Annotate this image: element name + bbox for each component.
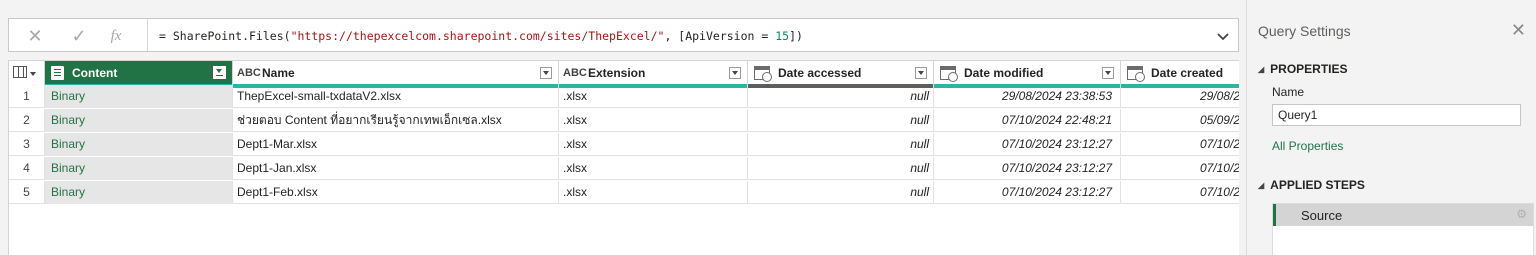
collapse-triangle-icon: ◢ bbox=[1258, 181, 1265, 190]
close-icon[interactable]: ✕ bbox=[1511, 20, 1526, 41]
cell-name[interactable]: Dept1-Feb.xlsx bbox=[233, 181, 559, 204]
cell-name[interactable]: ThepExcel-small-txdataV2.xlsx bbox=[233, 85, 559, 108]
column-label: Date created bbox=[1151, 66, 1224, 80]
cancel-icon[interactable]: ✕ bbox=[24, 25, 46, 47]
datetime-type-icon[interactable] bbox=[754, 66, 772, 82]
all-properties-link[interactable]: All Properties bbox=[1272, 139, 1343, 153]
applied-steps-section-header[interactable]: ◢ APPLIED STEPS bbox=[1258, 178, 1365, 192]
cell-date-accessed[interactable]: null bbox=[748, 133, 934, 156]
main-area: ✕ ✓ fx = SharePoint.Files("https://thepe… bbox=[0, 0, 1246, 255]
filter-dropdown-icon[interactable] bbox=[915, 67, 927, 79]
column-header-date-modified[interactable]: Date modified bbox=[934, 61, 1121, 88]
formula-version: 15 bbox=[775, 29, 790, 43]
column-header-date-accessed[interactable]: Date accessed bbox=[748, 61, 934, 88]
cell-date-created[interactable]: 07/10/20. bbox=[1121, 133, 1239, 156]
pane-title: Query Settings bbox=[1258, 23, 1351, 39]
formula-prefix: = SharePoint.Files( bbox=[159, 29, 291, 43]
section-label: APPLIED STEPS bbox=[1270, 178, 1365, 192]
section-label: PROPERTIES bbox=[1270, 62, 1348, 76]
expand-column-icon[interactable] bbox=[213, 66, 226, 79]
formula-bar-divider bbox=[147, 19, 148, 51]
formula-input[interactable]: = SharePoint.Files("https://thepexcelcom… bbox=[159, 29, 803, 43]
cell-extension[interactable]: .xlsx bbox=[559, 109, 748, 132]
chevron-down-icon bbox=[30, 72, 36, 76]
formula-bar: ✕ ✓ fx = SharePoint.Files("https://thepe… bbox=[8, 18, 1239, 52]
table-icon bbox=[13, 66, 27, 78]
binary-link[interactable]: Binary bbox=[45, 133, 233, 156]
query-settings-pane: Query Settings ✕ ◢ PROPERTIES Name All Pr… bbox=[1246, 0, 1536, 255]
applied-steps-list: Source ⚙ bbox=[1272, 203, 1534, 255]
cell-name[interactable]: Dept1-Mar.xlsx bbox=[233, 133, 559, 156]
binary-link[interactable]: Binary bbox=[45, 157, 233, 180]
data-grid: Content ABC Name ABC Extension Date acce… bbox=[8, 60, 1239, 255]
formula-suffix: ]) bbox=[789, 29, 803, 43]
step-source[interactable]: Source ⚙ bbox=[1273, 204, 1533, 226]
formula-url: "https://thepexcelcom.sharepoint.com/sit… bbox=[290, 29, 665, 43]
text-type-icon[interactable]: ABC bbox=[237, 61, 261, 85]
step-label: Source bbox=[1301, 208, 1343, 223]
column-label: Name bbox=[262, 66, 295, 80]
filter-dropdown-icon[interactable] bbox=[540, 67, 552, 79]
cell-date-modified[interactable]: 07/10/2024 23:12:27 bbox=[934, 157, 1121, 180]
formula-middle: , [ApiVersion = bbox=[664, 29, 776, 43]
cell-extension[interactable]: .xlsx bbox=[559, 157, 748, 180]
column-label: Date accessed bbox=[778, 66, 862, 80]
cell-date-accessed[interactable]: null bbox=[748, 181, 934, 204]
column-header-date-created[interactable]: Date created bbox=[1121, 61, 1239, 88]
properties-section-header[interactable]: ◢ PROPERTIES bbox=[1258, 62, 1348, 76]
table-row: 2 Binary ช่วยตอบ Content ที่อยากเรียนรู้จา… bbox=[9, 109, 1239, 132]
cell-date-created[interactable]: 07/10/20. bbox=[1121, 157, 1239, 180]
binary-type-icon bbox=[51, 66, 64, 80]
name-label: Name bbox=[1272, 85, 1305, 99]
header-row: Content ABC Name ABC Extension Date acce… bbox=[9, 61, 1239, 88]
cell-date-created[interactable]: 07/10/20. bbox=[1121, 181, 1239, 204]
filter-dropdown-icon[interactable] bbox=[729, 67, 741, 79]
table-row: 3 Binary Dept1-Mar.xlsx .xlsx null 07/10/2024… bbox=[9, 133, 1239, 156]
cell-extension[interactable]: .xlsx bbox=[559, 181, 748, 204]
datetime-type-icon[interactable] bbox=[940, 66, 958, 82]
column-label: Date modified bbox=[964, 66, 1044, 80]
cell-name[interactable]: ช่วยตอบ Content ที่อยากเรียนรู้จากเทพเอ็… bbox=[233, 109, 559, 132]
cell-date-accessed[interactable]: null bbox=[748, 109, 934, 132]
table-row: 1 Binary ThepExcel-small-txdataV2.xlsx .xls… bbox=[9, 85, 1239, 108]
column-label: Content bbox=[72, 66, 118, 80]
collapse-triangle-icon: ◢ bbox=[1258, 65, 1265, 74]
binary-link[interactable]: Binary bbox=[45, 181, 233, 204]
confirm-icon[interactable]: ✓ bbox=[68, 25, 90, 47]
cell-date-accessed[interactable]: null bbox=[748, 85, 934, 108]
filter-dropdown-icon[interactable] bbox=[1102, 67, 1114, 79]
query-name-input[interactable] bbox=[1272, 104, 1521, 126]
cell-extension[interactable]: .xlsx bbox=[559, 133, 748, 156]
cell-date-modified[interactable]: 29/08/2024 23:38:53 bbox=[934, 85, 1121, 108]
cell-date-created[interactable]: 05/09/20. bbox=[1121, 109, 1239, 132]
row-number: 1 bbox=[9, 85, 45, 108]
table-row: 4 Binary Dept1-Jan.xlsx .xlsx null 07/10/2024… bbox=[9, 157, 1239, 180]
column-header-name[interactable]: ABC Name bbox=[233, 61, 559, 88]
binary-link[interactable]: Binary bbox=[45, 109, 233, 132]
cell-date-modified[interactable]: 07/10/2024 23:12:27 bbox=[934, 181, 1121, 204]
chevron-down-icon[interactable] bbox=[1216, 29, 1230, 43]
fx-icon[interactable]: fx bbox=[105, 25, 127, 47]
text-type-icon[interactable]: ABC bbox=[563, 61, 587, 85]
table-row: 5 Binary Dept1-Feb.xlsx .xlsx null 07/10/2024… bbox=[9, 181, 1239, 204]
table-menu-button[interactable] bbox=[9, 61, 45, 85]
cell-name[interactable]: Dept1-Jan.xlsx bbox=[233, 157, 559, 180]
column-header-extension[interactable]: ABC Extension bbox=[559, 61, 748, 88]
cell-date-accessed[interactable]: null bbox=[748, 157, 934, 180]
row-number: 4 bbox=[9, 157, 45, 180]
row-number: 5 bbox=[9, 181, 45, 204]
cell-extension[interactable]: .xlsx bbox=[559, 85, 748, 108]
row-number: 2 bbox=[9, 109, 45, 132]
datetime-type-icon[interactable] bbox=[1127, 66, 1145, 82]
column-header-content[interactable]: Content bbox=[45, 61, 233, 88]
cell-date-created[interactable]: 29/08/20. bbox=[1121, 85, 1239, 108]
column-label: Extension bbox=[588, 66, 646, 80]
binary-link[interactable]: Binary bbox=[45, 85, 233, 108]
gear-icon[interactable]: ⚙ bbox=[1516, 207, 1527, 221]
cell-date-modified[interactable]: 07/10/2024 23:12:27 bbox=[934, 133, 1121, 156]
cell-date-modified[interactable]: 07/10/2024 22:48:21 bbox=[934, 109, 1121, 132]
row-number: 3 bbox=[9, 133, 45, 156]
